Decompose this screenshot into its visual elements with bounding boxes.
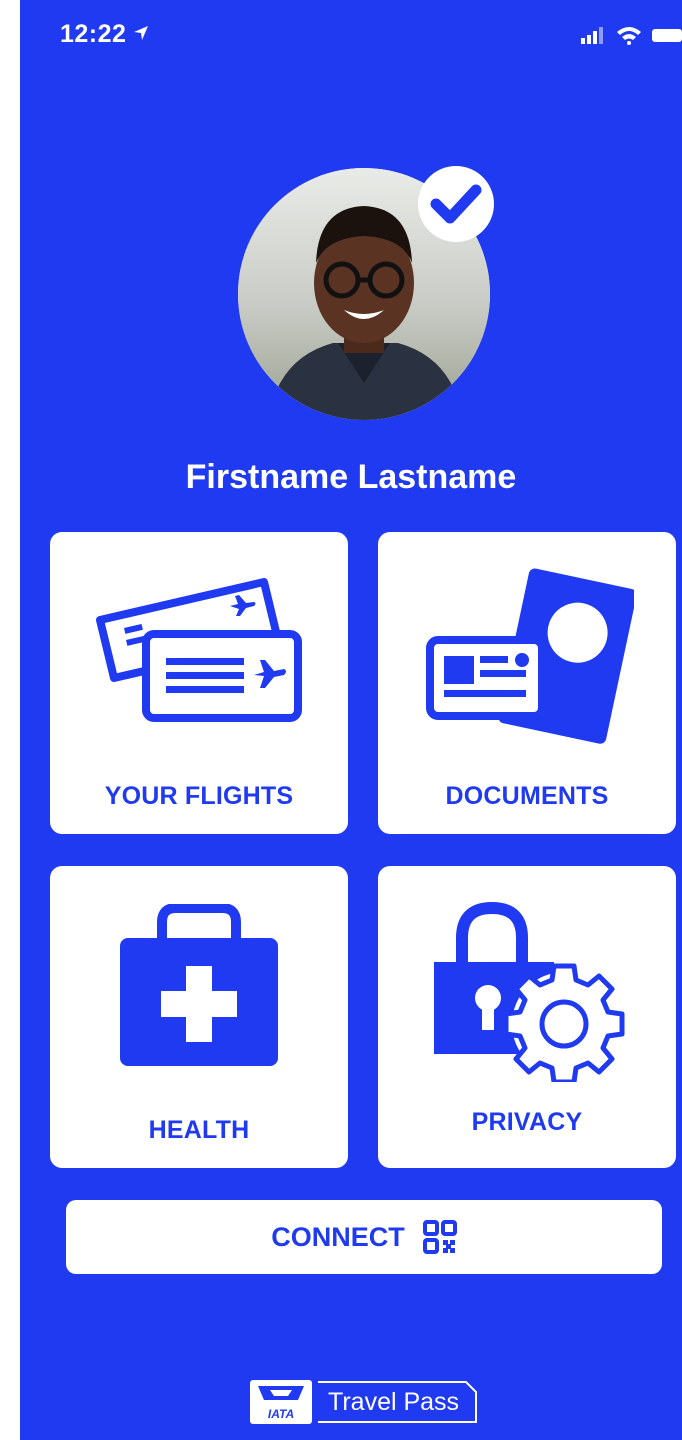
boarding-pass-icon xyxy=(96,578,302,722)
status-time: 12:22 xyxy=(60,20,127,48)
documents-tile[interactable]: DOCUMENTS xyxy=(378,532,676,834)
connect-button[interactable]: CONNECT xyxy=(66,1200,662,1274)
brand-name: Travel Pass xyxy=(328,1388,460,1416)
passport-id-icon xyxy=(426,568,634,744)
status-icons xyxy=(580,24,682,46)
iata-logo-text: IATA xyxy=(268,1407,294,1421)
health-label: HEALTH xyxy=(148,1116,250,1144)
travel-pass-brand: IATA Travel Pass xyxy=(248,1378,480,1428)
your-flights-tile[interactable]: YOUR FLIGHTS xyxy=(50,532,348,834)
cellular-signal-icon xyxy=(581,27,603,44)
home-screen: 12:22 Firstname Lastname YOUR FLIGHTS DO… xyxy=(20,0,682,1440)
iata-logo: IATA xyxy=(250,1380,312,1424)
qr-code-icon xyxy=(422,1220,457,1254)
user-name: Firstname Lastname xyxy=(185,458,517,496)
your-flights-label: YOUR FLIGHTS xyxy=(104,782,294,810)
location-arrow-icon xyxy=(132,20,150,49)
status-time-wrap: 12:22 xyxy=(60,20,150,49)
medical-kit-icon xyxy=(120,904,278,1066)
battery-icon xyxy=(652,29,682,42)
privacy-tile[interactable]: PRIVACY xyxy=(378,866,676,1168)
lock-gear-icon xyxy=(434,902,625,1082)
checkmark-icon xyxy=(430,184,482,224)
documents-label: DOCUMENTS xyxy=(445,782,609,810)
profile-avatar[interactable] xyxy=(238,166,494,420)
status-bar: 12:22 xyxy=(20,0,682,60)
privacy-label: PRIVACY xyxy=(471,1108,583,1136)
wifi-icon xyxy=(617,27,641,45)
verified-badge xyxy=(418,166,494,242)
connect-label: CONNECT xyxy=(271,1221,405,1252)
health-tile[interactable]: HEALTH xyxy=(50,866,348,1168)
